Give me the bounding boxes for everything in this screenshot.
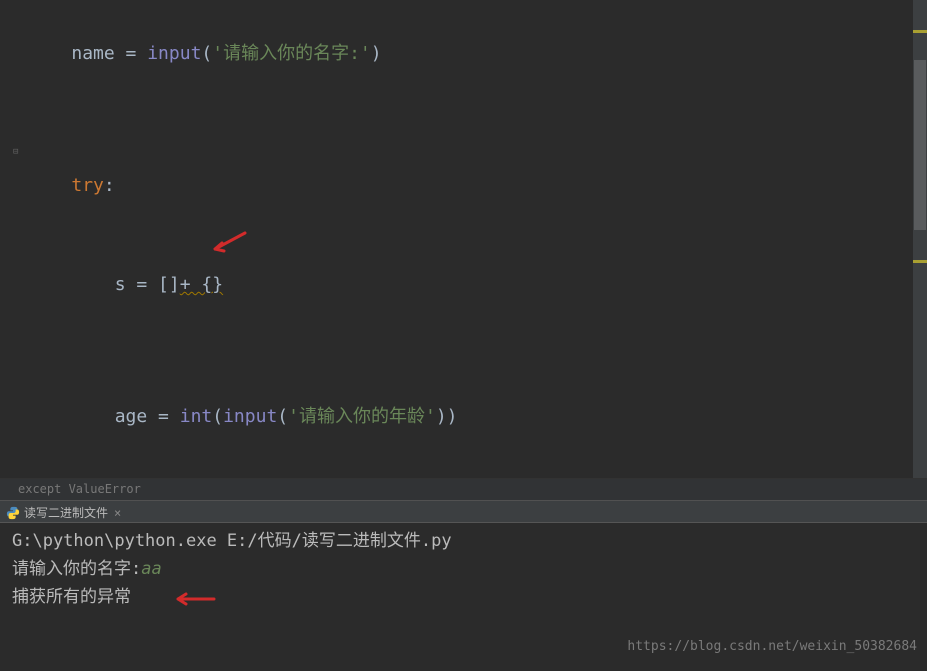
fold-icon[interactable]: ⊟	[13, 136, 25, 169]
code-line: s = []+ {}	[14, 235, 927, 367]
terminal-line: 捕获所有的异常	[12, 583, 915, 611]
scrollbar-thumb[interactable]	[914, 60, 926, 230]
code-line: age = int(input('请输入你的年龄'))	[14, 367, 927, 466]
code-line: ⊟ try:	[14, 103, 927, 235]
annotation-arrow-icon	[174, 589, 218, 609]
scrollbar-warning-marker	[913, 30, 927, 33]
code-editor[interactable]: name = input('请输入你的名字:') ⊟ try: s = []+ …	[0, 0, 927, 478]
close-icon[interactable]: ×	[114, 506, 121, 520]
terminal[interactable]: G:\python\python.exe E:/代码/读写二进制文件.py 请输…	[0, 522, 927, 667]
terminal-tab-label[interactable]: 读写二进制文件	[24, 504, 108, 521]
terminal-line: 请输入你的名字:aa	[12, 555, 915, 583]
terminal-tabs: 读写二进制文件 ×	[0, 500, 927, 522]
watermark: https://blog.csdn.net/weixin_50382684	[627, 633, 917, 661]
breadcrumb[interactable]: except ValueError	[0, 478, 927, 500]
scrollbar-warning-marker	[913, 260, 927, 263]
python-icon	[6, 506, 20, 520]
editor-scrollbar[interactable]	[913, 0, 927, 478]
terminal-line: G:\python\python.exe E:/代码/读写二进制文件.py	[12, 527, 915, 555]
breadcrumb-text: except ValueError	[18, 482, 141, 496]
code-line: ▵ print(a)	[14, 466, 927, 478]
code-line: name = input('请输入你的名字:')	[14, 4, 927, 103]
